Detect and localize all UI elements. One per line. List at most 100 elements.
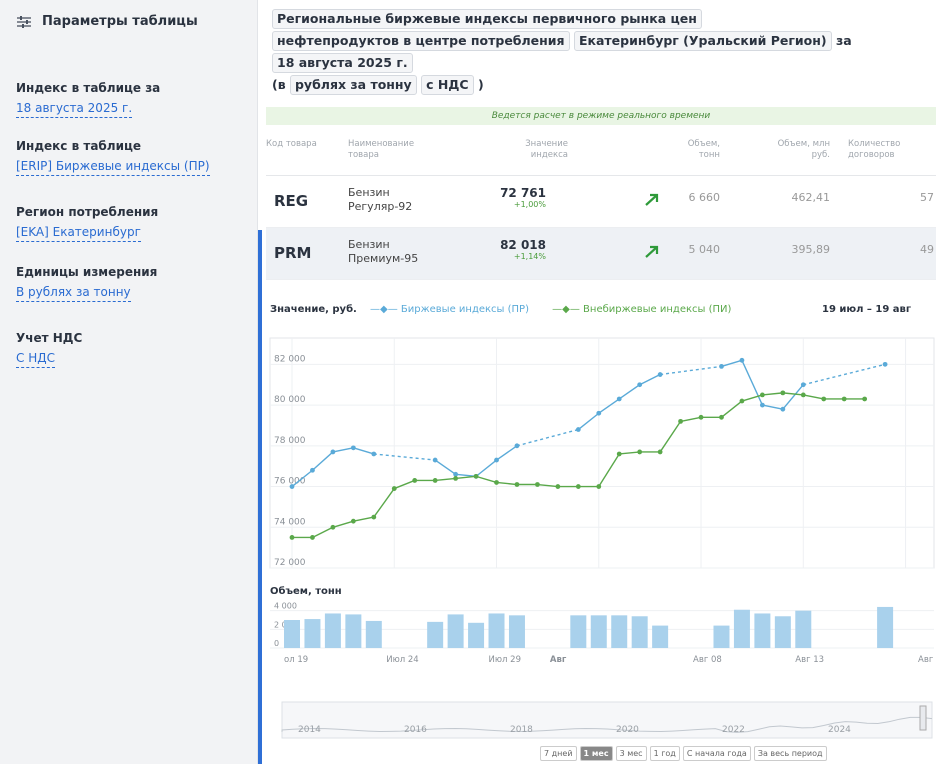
title-text-in: (в bbox=[272, 77, 286, 92]
range-button[interactable]: За весь период bbox=[753, 746, 827, 761]
col-value[interactable]: Значение индекса bbox=[498, 139, 568, 161]
series-1-segment bbox=[598, 398, 620, 414]
col-deals[interactable]: Количество договоров bbox=[848, 139, 934, 161]
range-button[interactable]: С начала года bbox=[682, 746, 751, 761]
table-row[interactable]: PRM Бензин Премиум-95 82 018 +1,14% 5 040 … bbox=[266, 228, 936, 280]
range-button[interactable]: 3 мес bbox=[615, 746, 647, 761]
series-2-point bbox=[473, 473, 479, 479]
trend-up-icon bbox=[645, 245, 659, 258]
param-index-label: Индекс в таблице bbox=[16, 139, 142, 153]
param-date: Индекс в таблице за 18 августа 2025 г. bbox=[16, 80, 160, 118]
col-code[interactable]: Код товара bbox=[266, 139, 318, 150]
title-text-close: ) bbox=[477, 77, 484, 92]
series-2-segment bbox=[598, 453, 620, 487]
series-1-segment bbox=[496, 445, 518, 461]
title-pill-region[interactable]: Екатеринбург (Уральский Регион) bbox=[573, 31, 832, 51]
col-volume-rub[interactable]: Объем, млн руб. bbox=[772, 139, 830, 161]
volume-bar bbox=[427, 621, 444, 648]
range-button[interactable]: 1 год bbox=[649, 746, 680, 761]
param-units-link[interactable]: В рублях за тонну bbox=[16, 284, 131, 302]
title-pill-date[interactable]: 18 августа 2025 г. bbox=[272, 53, 413, 73]
series-2-point bbox=[412, 478, 418, 483]
row-code: REG bbox=[274, 192, 309, 210]
series-2-point bbox=[555, 484, 561, 489]
series-1-point bbox=[719, 364, 724, 369]
x-tick-label: Авг bbox=[550, 655, 567, 665]
series-1-segment bbox=[332, 447, 354, 453]
series-1-segment bbox=[803, 363, 886, 386]
y-tick-label: 72 000 bbox=[274, 558, 306, 568]
param-vat-link[interactable]: С НДС bbox=[16, 350, 55, 368]
series-1-segment bbox=[373, 453, 436, 461]
series-1-point bbox=[432, 457, 438, 463]
series-2-point bbox=[678, 418, 683, 424]
series-2-point bbox=[637, 449, 643, 455]
page-title: Региональные биржевые индексы первичного… bbox=[272, 8, 932, 96]
col-name[interactable]: Наименование товара bbox=[348, 139, 438, 161]
volume-bar bbox=[795, 610, 812, 648]
series-2-point bbox=[514, 482, 520, 487]
sidebar: Параметры таблицы Индекс в таблице за 18… bbox=[0, 0, 258, 764]
series-1-segment bbox=[577, 412, 600, 431]
series-1-point bbox=[514, 443, 520, 449]
series-2-point bbox=[698, 414, 704, 420]
series-2-segment bbox=[721, 400, 743, 418]
col-volume-t[interactable]: Объем, тонн bbox=[680, 139, 720, 161]
series-1-point bbox=[350, 445, 356, 451]
x-tick-label: Июл 29 bbox=[489, 655, 521, 665]
volume-bar bbox=[508, 615, 525, 648]
series-1-point bbox=[289, 484, 295, 489]
volume-bar bbox=[324, 613, 341, 648]
series-2-point bbox=[616, 451, 622, 457]
navigator-year: 2020 bbox=[616, 725, 639, 735]
series-2-segment bbox=[455, 475, 477, 480]
y-tick-label: 76 000 bbox=[274, 477, 306, 487]
navigator-handle bbox=[919, 705, 927, 731]
row-volume-t: 6 660 bbox=[688, 191, 721, 204]
table-header: Код товара Наименование товара Значение … bbox=[266, 125, 936, 176]
sidebar-header[interactable]: Параметры таблицы bbox=[16, 14, 198, 29]
row-volume-rub: 462,41 bbox=[791, 191, 831, 204]
volume-bar bbox=[284, 620, 300, 648]
title-pill-vat[interactable]: с НДС bbox=[421, 75, 474, 95]
series-2-segment bbox=[659, 420, 682, 453]
row-name: Бензин Регуляр-92 bbox=[348, 186, 413, 213]
range-button[interactable]: 7 дней bbox=[540, 746, 577, 761]
series-1-segment bbox=[516, 428, 579, 447]
volume-bar bbox=[754, 613, 771, 648]
series-2-point bbox=[759, 392, 765, 398]
x-tick-label: Авг 13 bbox=[795, 655, 824, 665]
series-2-segment bbox=[619, 451, 640, 455]
volume-bar bbox=[468, 622, 485, 648]
series-1-point bbox=[739, 357, 745, 363]
volume-bar bbox=[713, 625, 730, 648]
volume-bar bbox=[590, 615, 607, 648]
title-pill-products[interactable]: нефтепродуктов в центре потребления bbox=[272, 31, 570, 51]
series-2-point bbox=[821, 396, 827, 402]
volume-bar bbox=[611, 615, 628, 648]
series-2-point bbox=[494, 480, 499, 485]
series-1-segment bbox=[721, 359, 743, 368]
series-2-point bbox=[780, 390, 786, 396]
title-pill-units[interactable]: рублях за тонну bbox=[289, 75, 417, 95]
series-2-segment bbox=[475, 475, 497, 484]
range-button[interactable]: 1 мес bbox=[579, 746, 613, 761]
y-tick-label: 74 000 bbox=[274, 517, 306, 527]
series-2-segment bbox=[803, 394, 824, 400]
param-date-link[interactable]: 18 августа 2025 г. bbox=[16, 100, 133, 118]
series-2-point bbox=[862, 396, 868, 402]
param-index-link[interactable]: [ERIP] Биржевые индексы (ПР) bbox=[16, 158, 210, 176]
table-row[interactable]: REG Бензин Регуляр-92 72 761 +1,00% 6 660 … bbox=[266, 176, 936, 228]
series-2-segment bbox=[312, 526, 334, 539]
series-1-point bbox=[330, 449, 336, 455]
series-2-point bbox=[330, 524, 336, 530]
series-1-segment bbox=[660, 365, 722, 376]
sliders-icon bbox=[17, 15, 31, 28]
param-date-label: Индекс в таблице за bbox=[16, 81, 161, 95]
title-pill-index[interactable]: Региональные биржевые индексы первичного… bbox=[272, 9, 702, 29]
row-value: 72 761 +1,00% bbox=[500, 186, 546, 209]
chart-svg[interactable]: 72 00074 00076 00078 00080 00082 00002 0… bbox=[262, 298, 936, 744]
series-2-point bbox=[535, 482, 540, 487]
series-1-segment bbox=[434, 459, 457, 475]
param-region-link[interactable]: [EKA] Екатеринбург bbox=[16, 224, 141, 242]
